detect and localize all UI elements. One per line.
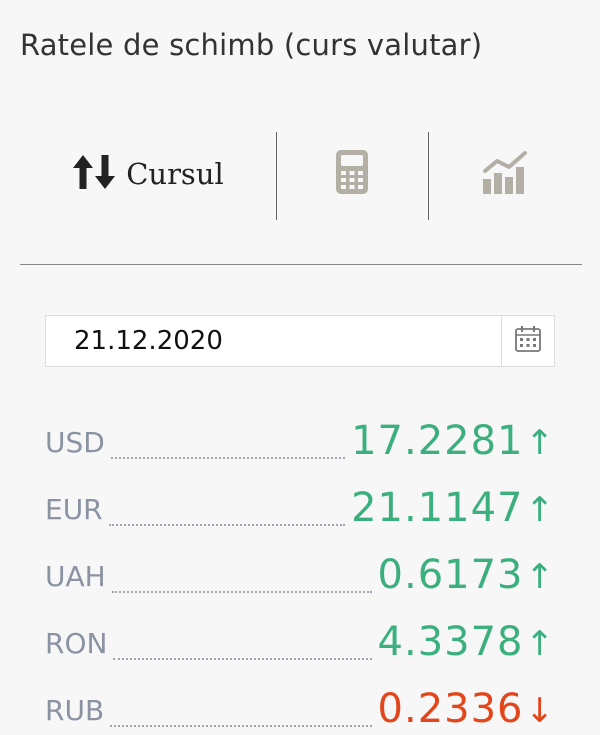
- rate-row-eur: EUR 21.1147↑: [45, 467, 555, 534]
- rate-number: 17.2281: [351, 418, 524, 464]
- trend-arrow: ↑: [525, 557, 555, 597]
- trend-arrow: ↑: [525, 490, 555, 530]
- trend-arrow: ↑: [525, 624, 555, 664]
- currency-code: RUB: [45, 694, 105, 727]
- calculator-icon: [335, 149, 369, 199]
- trend-arrow: ↓: [525, 691, 555, 731]
- rate-value: 0.6173↑: [378, 551, 555, 601]
- tab-cursul[interactable]: Cursul: [20, 128, 276, 220]
- currency-code: RON: [45, 627, 108, 660]
- dot-leader: [111, 590, 372, 593]
- view-tabs: Cursul: [20, 128, 582, 220]
- dot-leader: [108, 523, 346, 526]
- dot-leader: [113, 657, 372, 660]
- currency-code: EUR: [45, 493, 103, 526]
- trend-arrow: ↑: [525, 423, 555, 463]
- calendar-button[interactable]: [501, 316, 554, 366]
- tab-chart[interactable]: [428, 128, 582, 220]
- sort-up-down-icon: [72, 153, 116, 195]
- chart-icon: [481, 149, 529, 199]
- rate-value: 4.3378↑: [378, 618, 555, 668]
- rate-row-usd: USD 17.2281↑: [45, 400, 555, 467]
- date-input[interactable]: 21.12.2020: [74, 316, 223, 366]
- rate-number: 21.1147: [351, 485, 524, 531]
- currency-code: UAH: [45, 560, 106, 593]
- section-divider: [20, 264, 582, 265]
- date-picker[interactable]: 21.12.2020: [45, 315, 555, 367]
- rates-list: USD 17.2281↑ EUR 21.1147↑ UAH 0.6173↑ RO…: [45, 400, 555, 735]
- rate-row-rub: RUB 0.2336↓: [45, 668, 555, 735]
- rate-row-ron: RON 4.3378↑: [45, 601, 555, 668]
- tab-calculator[interactable]: [276, 128, 428, 220]
- rate-value: 0.2336↓: [378, 685, 555, 735]
- rate-value: 17.2281↑: [351, 417, 555, 467]
- rate-number: 0.6173: [377, 552, 524, 598]
- page-title: Ratele de schimb (curs valutar): [20, 28, 483, 62]
- dot-leader: [110, 724, 372, 727]
- rate-number: 0.2336: [377, 686, 524, 732]
- rate-row-uah: UAH 0.6173↑: [45, 534, 555, 601]
- tab-cursul-label: Cursul: [126, 157, 224, 191]
- rate-number: 4.3378: [377, 619, 524, 665]
- rate-value: 21.1147↑: [351, 484, 555, 534]
- calendar-icon: [514, 325, 542, 357]
- currency-code: USD: [45, 426, 105, 459]
- dot-leader: [110, 456, 346, 459]
